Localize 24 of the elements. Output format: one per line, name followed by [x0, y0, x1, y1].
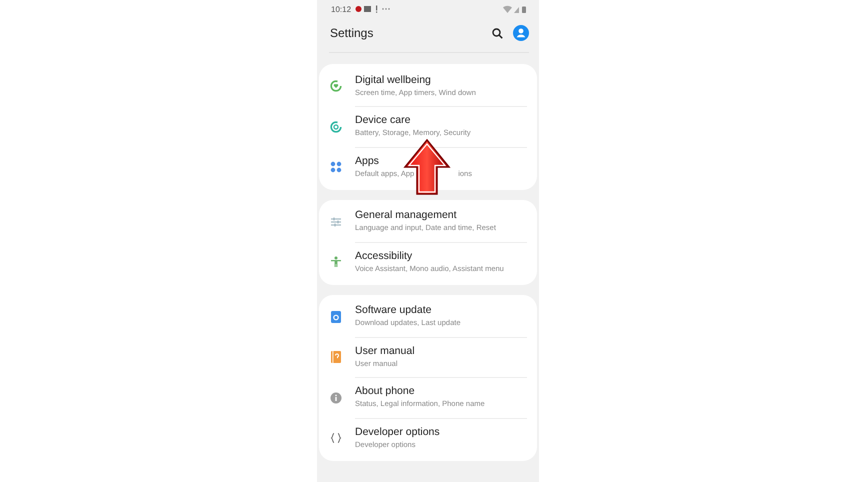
four-dots-icon — [330, 161, 342, 174]
signal-battery-icons — [503, 5, 527, 13]
page-title: Settings — [330, 26, 374, 40]
braces-icon — [330, 432, 342, 444]
search-icon[interactable] — [492, 28, 503, 38]
setting-title[interactable]: Accessibility — [355, 250, 527, 264]
manual-icon — [331, 351, 341, 364]
setting-title[interactable]: Apps — [355, 155, 527, 168]
setting-title[interactable]: Developer options — [355, 426, 527, 440]
refresh-ring-icon — [330, 120, 342, 133]
setting-title[interactable]: About phone — [355, 385, 527, 398]
person-icon — [330, 256, 342, 268]
setting-title[interactable]: General management — [355, 209, 527, 222]
info-icon — [330, 392, 342, 404]
status-time: 10:12 — [331, 4, 352, 14]
heart-ring-icon — [330, 80, 342, 92]
setting-title[interactable]: Device care — [355, 114, 527, 128]
setting-title[interactable]: User manual — [355, 344, 527, 358]
profile-icon[interactable] — [513, 25, 529, 41]
setting-title[interactable]: Digital wellbeing — [355, 74, 527, 87]
setting-title[interactable]: Software update — [355, 304, 527, 318]
sliders-icon — [330, 216, 342, 228]
notification-icons — [355, 5, 392, 13]
update-icon — [331, 310, 341, 323]
